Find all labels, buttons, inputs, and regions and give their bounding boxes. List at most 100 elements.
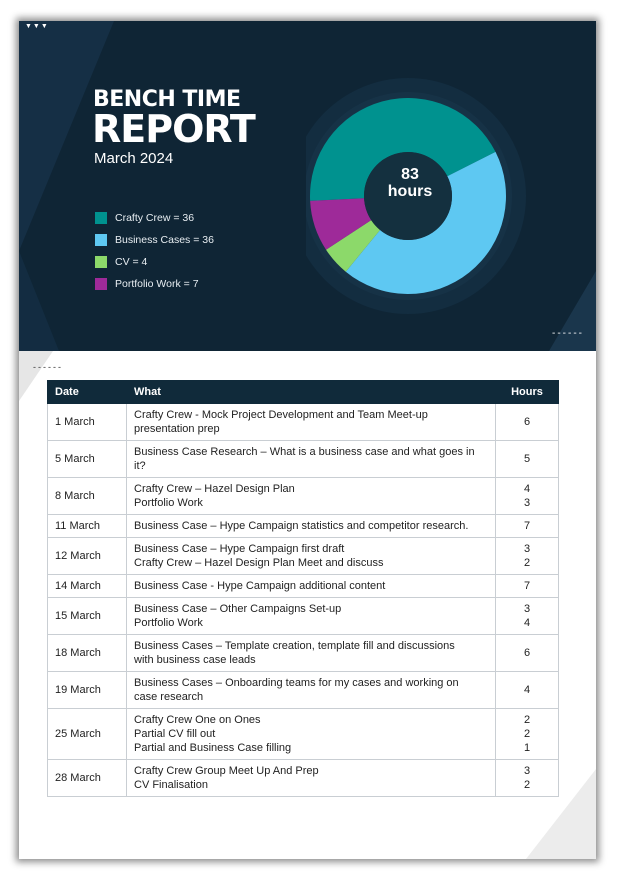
corner-dots: ▼▼▼ — [25, 23, 49, 30]
column-header-date: Date — [47, 380, 127, 404]
cell-hours: 34 — [495, 597, 559, 635]
task-line: Business Case – Other Campaigns Set-up — [134, 603, 342, 615]
hours-value: 2 — [523, 728, 531, 740]
donut-center-value: 83 — [401, 166, 419, 183]
task-line: Partial and Business Case filling — [134, 742, 292, 754]
cell-date: 28 March — [47, 759, 127, 797]
cell-what: Crafty Crew - Mock Project Development a… — [126, 403, 496, 441]
task-line: Business Case - Hype Campaign additional… — [134, 580, 386, 592]
cell-date: 18 March — [47, 634, 127, 672]
legend-item: Business Cases = 36 — [95, 229, 214, 251]
section-dashes: ------ — [33, 362, 63, 372]
cell-date: 15 March — [47, 597, 127, 635]
cell-hours: 6 — [495, 403, 559, 441]
table-row: 8 March Crafty Crew – Hazel Design Plan Po… — [47, 477, 559, 515]
legend-label: Portfolio Work = 7 — [115, 278, 199, 290]
cell-date: 1 March — [47, 403, 127, 441]
table-header-row: Date What Hours — [47, 380, 559, 404]
task-line: case research — [134, 691, 204, 703]
table-row: 1 March Crafty Crew - Mock Project Develo… — [47, 403, 559, 441]
legend-swatch — [95, 278, 107, 290]
cell-what: Business Case – Hype Campaign statistics… — [126, 514, 496, 538]
hours-value: 4 — [523, 617, 531, 629]
cell-hours: 32 — [495, 537, 559, 575]
table-row: 25 March Crafty Crew One on Ones Partial C… — [47, 708, 559, 760]
cell-what: Business Case – Other Campaigns Set-up Po… — [126, 597, 496, 635]
cell-hours: 4 — [495, 671, 559, 709]
cell-hours: 7 — [495, 514, 559, 538]
task-line: Crafty Crew Group Meet Up And Prep — [134, 765, 319, 777]
legend-label: Crafty Crew = 36 — [115, 212, 195, 224]
table-row: 11 March Business Case – Hype Campaign st… — [47, 514, 559, 538]
report-subtitle: March 2024 — [94, 150, 174, 167]
cell-date: 8 March — [47, 477, 127, 515]
task-line: CV Finalisation — [134, 779, 208, 791]
bench-time-table: Date What Hours 1 March Crafty Crew - Moc… — [47, 380, 559, 797]
task-line: Partial CV fill out — [134, 728, 216, 740]
legend-item: CV = 4 — [95, 251, 214, 273]
chart-legend: Crafty Crew = 36 Business Cases = 36 CV = … — [95, 207, 214, 295]
table-row: 28 March Crafty Crew Group Meet Up And Pr… — [47, 759, 559, 797]
task-line: Business Case – Hype Campaign statistics… — [134, 520, 469, 532]
cell-date: 11 March — [47, 514, 127, 538]
table-row: 5 March Business Case Research – What is … — [47, 440, 559, 478]
task-line: Crafty Crew - Mock Project Development a… — [134, 409, 428, 421]
cell-date: 5 March — [47, 440, 127, 478]
legend-label: CV = 4 — [115, 256, 148, 268]
cell-what: Business Cases – Template creation, temp… — [126, 634, 496, 672]
report-header-banner: ▼▼▼ BENCH TIME REPORT March 2024 Crafty … — [19, 21, 596, 351]
cell-hours: 7 — [495, 574, 559, 598]
table-row: 15 March Business Case – Other Campaigns … — [47, 597, 559, 635]
task-line: Business Cases – Onboarding teams for my… — [134, 677, 459, 689]
cell-what: Crafty Crew Group Meet Up And Prep CV Fin… — [126, 759, 496, 797]
cell-date: 14 March — [47, 574, 127, 598]
task-line: Business Case – Hype Campaign first draf… — [134, 543, 345, 555]
task-line: Portfolio Work — [134, 497, 203, 509]
cell-hours: 43 — [495, 477, 559, 515]
legend-item: Crafty Crew = 36 — [95, 207, 214, 229]
cell-hours: 2 2 1 — [495, 708, 559, 760]
hours-value: 1 — [523, 742, 531, 754]
task-line: Crafty Crew – Hazel Design Plan Meet and… — [134, 557, 384, 569]
hours-value: 2 — [523, 714, 531, 726]
cell-what: Crafty Crew – Hazel Design Plan Portfolio… — [126, 477, 496, 515]
hours-value: 7 — [523, 520, 531, 532]
hours-value: 3 — [523, 543, 531, 555]
cell-what: Business Cases – Onboarding teams for my… — [126, 671, 496, 709]
cell-what: Business Case Research – What is a busin… — [126, 440, 496, 478]
task-line: Crafty Crew One on Ones — [134, 714, 261, 726]
table-row: 14 March Business Case - Hype Campaign ad… — [47, 574, 559, 598]
task-line: Portfolio Work — [134, 617, 203, 629]
report-page: ▼▼▼ BENCH TIME REPORT March 2024 Crafty … — [19, 21, 596, 859]
table-row: 18 March Business Cases – Template creati… — [47, 634, 559, 672]
hours-value: 4 — [523, 684, 531, 696]
hours-value: 3 — [523, 603, 531, 615]
column-header-what: What — [126, 380, 496, 404]
report-title-line2: REPORT — [92, 107, 256, 151]
task-line: presentation prep — [134, 423, 220, 435]
task-line: Crafty Crew – Hazel Design Plan — [134, 483, 295, 495]
hours-value: 2 — [523, 557, 531, 569]
hours-value: 7 — [523, 580, 531, 592]
legend-swatch — [95, 234, 107, 246]
cell-what: Business Case – Hype Campaign first draf… — [126, 537, 496, 575]
legend-item: Portfolio Work = 7 — [95, 273, 214, 295]
table-row: 12 March Business Case – Hype Campaign fi… — [47, 537, 559, 575]
task-line: it? — [134, 460, 146, 472]
cell-hours: 5 — [495, 440, 559, 478]
hours-value: 3 — [523, 497, 531, 509]
hours-value: 5 — [523, 453, 531, 465]
task-line: Business Case Research – What is a busin… — [134, 446, 475, 458]
hours-value: 4 — [523, 483, 531, 495]
cell-date: 25 March — [47, 708, 127, 760]
cell-what: Crafty Crew One on Ones Partial CV fill o… — [126, 708, 496, 760]
column-header-hours: Hours — [495, 380, 559, 404]
task-line: with business case leads — [134, 654, 256, 666]
legend-swatch — [95, 256, 107, 268]
legend-swatch — [95, 212, 107, 224]
hours-value: 6 — [523, 416, 531, 428]
donut-center-unit: hours — [387, 183, 433, 200]
cell-date: 12 March — [47, 537, 127, 575]
cell-date: 19 March — [47, 671, 127, 709]
corner-dashes: ------ — [552, 328, 584, 339]
